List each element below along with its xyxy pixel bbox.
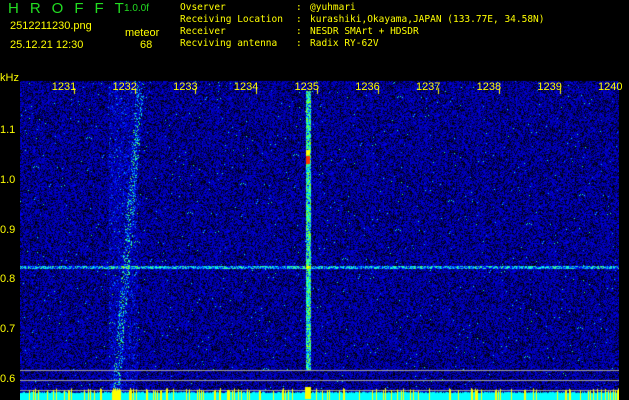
info-colon: : xyxy=(296,2,302,13)
info-label: Recviving antenna xyxy=(180,38,278,49)
info-label: Receiving Location xyxy=(180,14,283,25)
x-tick-label: 1235 xyxy=(294,81,320,93)
meteor-count: 68 xyxy=(140,39,153,51)
x-tick-label: 1234 xyxy=(233,81,259,93)
y-tick-label: 0.6 xyxy=(0,373,16,385)
info-label: Ovserver xyxy=(180,2,226,13)
info-value: kurashiki,Okayama,JAPAN (133.77E, 34.58N… xyxy=(310,14,545,25)
waterfall-spectrogram xyxy=(20,80,619,400)
info-label: Receiver xyxy=(180,26,226,37)
x-tick-label: 1238 xyxy=(476,81,502,93)
y-unit-label: kHz xyxy=(0,72,19,84)
info-colon: : xyxy=(296,26,302,37)
info-colon: : xyxy=(296,38,302,49)
info-value: NESDR SMArt + HDSDR xyxy=(310,26,419,37)
x-tick-label: 1237 xyxy=(415,81,441,93)
info-value: @yuhmari xyxy=(310,2,356,13)
y-tick-label: 0.7 xyxy=(0,323,16,336)
y-tick-label: 1.1 xyxy=(0,124,16,136)
x-tick-label: 1232 xyxy=(112,81,137,93)
x-tick-label: 1239 xyxy=(537,81,562,93)
x-tick-label: 1236 xyxy=(355,81,380,93)
y-tick-label: 1.0 xyxy=(0,173,16,186)
info-value: Radix RY-62V xyxy=(310,38,379,49)
app-logo: HROFFT xyxy=(8,0,135,17)
version-label: 1.0.0f xyxy=(124,3,150,14)
info-colon: : xyxy=(296,14,302,25)
datetime: 25.12.21 12:30 xyxy=(10,39,84,51)
y-tick-label: 0.8 xyxy=(0,273,16,286)
x-tick-label: 1240 xyxy=(598,81,623,93)
x-tick-label: 1231 xyxy=(51,81,77,93)
x-tick-label: 1233 xyxy=(173,81,198,93)
y-tick-label: 0.9 xyxy=(0,223,16,236)
meteor-label: meteor xyxy=(125,27,160,39)
filename: 2512211230.png xyxy=(10,20,92,32)
